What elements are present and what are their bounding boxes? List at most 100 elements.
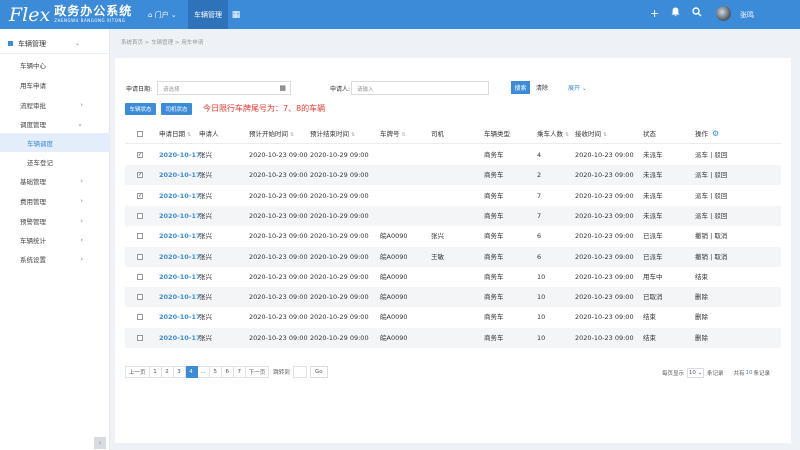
sidebar: 车辆管理 ⌄ 车辆中心用车申请流程审批 › 调度管理 ⌄ 车辆调度 还车登记 基础管理 › 费用…: [0, 29, 110, 450]
column-header[interactable]: 状态: [643, 124, 656, 144]
page-button[interactable]: 6: [221, 366, 234, 378]
page-button[interactable]: 5: [209, 366, 222, 378]
sort-icon[interactable]: ⇅: [290, 132, 294, 138]
column-header[interactable]: 接收时间 ⇅: [575, 124, 607, 144]
sort-icon[interactable]: ⇅: [351, 132, 355, 138]
sidebar-item[interactable]: 用车申请: [0, 75, 110, 94]
sidebar-item[interactable]: 系统设置 ›: [0, 249, 110, 268]
logo-text: 政务办公系统 ZHENGWU BANGONG XITONG: [54, 5, 132, 24]
row-checkbox[interactable]: [137, 314, 143, 321]
expand-button[interactable]: 展开 ⌄: [568, 83, 587, 92]
row-checkbox[interactable]: [137, 294, 143, 301]
sort-icon[interactable]: ⇅: [603, 132, 607, 138]
goto-page-input[interactable]: [292, 366, 307, 378]
sidebar-item[interactable]: 车辆统计 ›: [0, 230, 110, 249]
bell-icon[interactable]: [671, 6, 680, 22]
grid-icon[interactable]: ▦: [229, 0, 243, 29]
column-header: 申请人: [199, 124, 219, 144]
row-actions[interactable]: 删除: [695, 287, 708, 307]
applicant-input[interactable]: 请输入: [351, 81, 489, 95]
page-button[interactable]: 1: [149, 366, 162, 378]
clear-button[interactable]: 清除: [536, 83, 548, 92]
sidebar-item[interactable]: 车辆调度: [0, 133, 110, 152]
column-header[interactable]: 乘车人数 ⇅: [537, 124, 569, 144]
row-checkbox[interactable]: [137, 253, 143, 260]
nav-portal[interactable]: ⌂ 门户 ⌄: [142, 0, 183, 29]
cell-count: 6: [537, 232, 542, 241]
cell-date[interactable]: 2020-10-17: [159, 267, 201, 287]
row-actions[interactable]: 派车 | 驳回: [695, 145, 727, 165]
page-size-select[interactable]: 10 ⌄: [687, 368, 705, 378]
search-icon[interactable]: [692, 6, 702, 22]
search-button[interactable]: 搜索: [511, 81, 530, 94]
column-header[interactable]: 预计开始时间 ⇅: [249, 124, 294, 144]
cell-date[interactable]: 2020-10-17: [159, 287, 201, 307]
row-checkbox[interactable]: [137, 334, 143, 341]
cell-date[interactable]: 2020-10-17: [159, 328, 201, 348]
prev-page-button[interactable]: 上一页: [125, 366, 150, 378]
car-status-button[interactable]: 车辆状态: [125, 103, 156, 115]
cell-count: 4: [537, 151, 542, 159]
cell-date[interactable]: 2020-10-17: [159, 247, 201, 267]
row-checkbox[interactable]: ✓: [137, 192, 143, 199]
table-row: 2020-10-17 张兴 2020-10-23 09:00 2020-10-29 0…: [125, 307, 781, 327]
row-checkbox[interactable]: [137, 233, 143, 240]
column-header[interactable]: 预计结束时间 ⇅: [310, 124, 355, 144]
cell-count: 10: [537, 293, 546, 302]
total-count: 10: [745, 370, 753, 376]
row-actions[interactable]: 派车 | 驳回: [695, 165, 727, 185]
row-checkbox[interactable]: ✓: [137, 152, 143, 158]
sidebar-item[interactable]: 基础管理 ›: [0, 171, 110, 190]
select-all-checkbox[interactable]: [137, 131, 143, 137]
column-header[interactable]: 车牌号 ⇅: [380, 124, 406, 144]
cell-date[interactable]: 2020-10-17: [159, 226, 201, 246]
sidebar-item[interactable]: 车辆中心: [0, 55, 110, 74]
app-logo[interactable]: Flex 政务办公系统 ZHENGWU BANGONG XITONG: [9, 2, 132, 27]
row-actions[interactable]: 删除: [695, 307, 708, 327]
row-checkbox[interactable]: [137, 273, 143, 280]
sidebar-item[interactable]: 费用管理 ›: [0, 191, 110, 210]
avatar[interactable]: [716, 6, 731, 21]
user-name[interactable]: 张鸣: [740, 10, 754, 20]
row-checkbox[interactable]: [137, 212, 143, 219]
plus-icon[interactable]: +: [650, 6, 659, 22]
page-button[interactable]: 4: [185, 366, 198, 378]
column-header[interactable]: 申请日期 ⇅: [159, 124, 191, 144]
column-header[interactable]: 车辆类型: [484, 124, 510, 144]
nav-car-management[interactable]: 车辆管理: [188, 0, 228, 29]
column-header[interactable]: 操作 ⚙: [695, 124, 719, 144]
row-actions[interactable]: 撤销 | 取消: [695, 226, 727, 246]
page-button[interactable]: 3: [173, 366, 186, 378]
sidebar-item-label: 车辆中心: [20, 61, 46, 70]
cell-date[interactable]: 2020-10-17: [159, 186, 201, 206]
sidebar-item[interactable]: 流程审批 ›: [0, 95, 110, 114]
row-actions[interactable]: 派车 | 驳回: [695, 186, 727, 206]
cell-date[interactable]: 2020-10-17: [159, 165, 201, 185]
driver-status-button[interactable]: 司机状态: [161, 103, 192, 115]
row-actions[interactable]: 结束: [695, 267, 708, 287]
sidebar-collapse-button[interactable]: ‹: [94, 437, 106, 449]
cell-date[interactable]: 2020-10-17: [159, 307, 201, 327]
page-button[interactable]: 2: [161, 366, 174, 378]
sort-icon[interactable]: ⇅: [565, 132, 569, 138]
goto-button[interactable]: Go: [309, 366, 328, 378]
cell-date[interactable]: 2020-10-17: [159, 145, 201, 165]
sidebar-item-label: 用车申请: [20, 81, 46, 90]
chevron-right-icon: ›: [80, 196, 83, 205]
sidebar-item[interactable]: 还车登记: [0, 152, 110, 171]
sidebar-item[interactable]: 预警管理 ›: [0, 211, 110, 230]
sidebar-item[interactable]: 调度管理 ⌄: [0, 114, 110, 133]
next-page-button[interactable]: 下一页: [245, 366, 270, 378]
sort-icon[interactable]: ⇅: [187, 132, 191, 138]
row-actions[interactable]: 撤销 | 取消: [695, 247, 727, 267]
gear-icon[interactable]: ⚙: [712, 129, 719, 138]
row-actions[interactable]: 派车 | 驳回: [695, 206, 727, 226]
page-button[interactable]: 7: [233, 366, 246, 378]
sort-icon[interactable]: ⇅: [402, 132, 406, 138]
date-input[interactable]: 请选择 ▦: [157, 81, 291, 95]
row-actions[interactable]: 删除: [695, 328, 708, 348]
menu-square-icon: [8, 41, 13, 46]
sidebar-title[interactable]: 车辆管理 ⌄: [0, 34, 110, 54]
row-checkbox[interactable]: ✓: [137, 172, 143, 179]
cell-date[interactable]: 2020-10-17: [159, 206, 201, 226]
